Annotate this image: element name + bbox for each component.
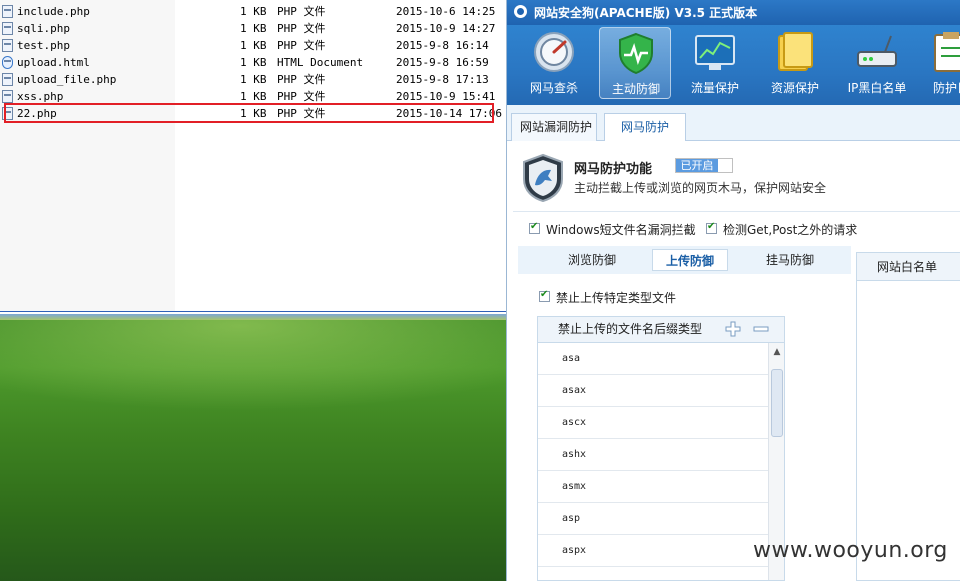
desktop-wallpaper xyxy=(0,314,506,581)
clipboard-icon xyxy=(934,32,960,72)
file-row[interactable]: upload_file.php 1 KB PHP 文件 2015-9-8 17:… xyxy=(0,71,506,88)
dog-shield-icon xyxy=(523,153,563,203)
toolbar-label: 防护日 xyxy=(933,81,960,95)
file-type: PHP 文件 xyxy=(277,73,326,86)
divider xyxy=(513,211,960,212)
file-modified: 2015-9-8 16:59 xyxy=(396,56,489,69)
upload-filter-label: 禁止上传特定类型文件 xyxy=(556,291,677,305)
tab-bar: 网站漏洞防护 网马防护 xyxy=(507,105,960,142)
php-file-icon xyxy=(2,73,13,86)
scan-icon xyxy=(534,32,574,72)
file-type: PHP 文件 xyxy=(277,39,326,52)
file-name: sqli.php xyxy=(17,22,70,35)
scroll-up-icon[interactable]: ▲ xyxy=(769,343,784,361)
file-name: test.php xyxy=(17,39,70,52)
website-whitelist-panel: 网站白名单 xyxy=(856,252,960,581)
toolbar-button-defense[interactable]: 主动防御 xyxy=(599,27,671,99)
toolbar-label: IP黑白名单 xyxy=(847,81,907,95)
file-size: 1 KB xyxy=(240,5,267,18)
extension-item[interactable]: ashx xyxy=(538,439,768,471)
extension-item[interactable]: asa xyxy=(538,343,768,375)
extension-item[interactable]: asmx xyxy=(538,471,768,503)
toolbar-button-resource[interactable]: 资源保护 xyxy=(759,27,831,99)
toolbar-label: 网马查杀 xyxy=(529,81,578,95)
upload-filter-checkbox[interactable] xyxy=(539,289,550,302)
router-icon xyxy=(857,35,897,67)
file-size: 1 KB xyxy=(240,73,267,86)
subtab-upload-defense[interactable]: 上传防御 xyxy=(652,249,728,271)
toolbar-button-traffic[interactable]: 流量保护 xyxy=(679,27,751,99)
window-title: 网站安全狗(APACHE版) V3.5 正式版本 xyxy=(534,6,758,20)
whitelist-header: 网站白名单 xyxy=(857,253,960,281)
feature-description: 主动拦截上传或浏览的网页木马，保护网站安全 xyxy=(574,181,827,195)
main-toolbar: 网马查杀 主动防御 流量保护 资源保护 IP黑白名单 防护 xyxy=(507,25,960,105)
app-logo-icon xyxy=(514,5,527,18)
wallpaper-sky xyxy=(0,314,506,320)
extensions-list-header: 禁止上传的文件名后缀类型 xyxy=(538,317,784,343)
add-icon[interactable] xyxy=(725,321,741,337)
blocked-extensions-list: 禁止上传的文件名后缀类型 asa asax ascx ashx asmx asp… xyxy=(537,316,785,581)
shield-icon xyxy=(619,32,653,75)
file-type: HTML Document xyxy=(277,56,364,69)
feature-title: 网马防护功能 xyxy=(574,162,653,177)
folder-icon xyxy=(778,32,813,71)
safedog-window: 网站安全狗(APACHE版) V3.5 正式版本 网马查杀 主动防御 流量保护 … xyxy=(506,0,960,581)
option-checkbox-other-requests[interactable] xyxy=(706,221,717,234)
html-file-icon xyxy=(2,56,13,69)
feature-toggle[interactable]: 已开启 xyxy=(675,158,733,173)
file-explorer: include.php 1 KB PHP 文件 2015-10-6 14:25 … xyxy=(0,0,506,312)
toolbar-label: 主动防御 xyxy=(611,82,660,96)
option-label: Windows短文件名漏洞拦截 xyxy=(546,223,696,237)
file-type: PHP 文件 xyxy=(277,5,326,18)
remove-icon[interactable] xyxy=(753,321,769,337)
window-border xyxy=(0,311,506,312)
file-size: 1 KB xyxy=(240,56,267,69)
file-name: include.php xyxy=(17,5,90,18)
toolbar-button-scan[interactable]: 网马查杀 xyxy=(518,27,590,99)
php-file-icon xyxy=(2,39,13,52)
traffic-monitor-icon xyxy=(695,35,735,70)
extension-item[interactable]: ascx xyxy=(538,407,768,439)
subtab-browse-defense[interactable]: 浏览防御 xyxy=(552,249,632,271)
scroll-thumb[interactable] xyxy=(771,369,783,437)
highlight-annotation-box xyxy=(4,103,494,123)
tab-content: 网马防护功能 已开启 主动拦截上传或浏览的网页木马，保护网站安全 Windows… xyxy=(507,141,960,581)
file-modified: 2015-9-8 16:14 xyxy=(396,39,489,52)
feature-status-label: 已开启 xyxy=(676,159,718,172)
file-size: 1 KB xyxy=(240,22,267,35)
file-modified: 2015-10-9 14:27 xyxy=(396,22,496,35)
file-modified: 2015-10-6 14:25 xyxy=(396,5,496,18)
php-file-icon xyxy=(2,22,13,35)
file-row[interactable]: upload.html 1 KB HTML Document 2015-9-8 … xyxy=(0,54,506,71)
extension-item[interactable]: asp xyxy=(538,503,768,535)
extension-item[interactable]: aspx xyxy=(538,535,768,567)
php-file-icon xyxy=(2,5,13,18)
file-row[interactable]: sqli.php 1 KB PHP 文件 2015-10-9 14:27 xyxy=(0,20,506,37)
title-bar[interactable]: 网站安全狗(APACHE版) V3.5 正式版本 xyxy=(507,0,960,25)
file-row[interactable]: test.php 1 KB PHP 文件 2015-9-8 16:14 xyxy=(0,37,506,54)
file-type: PHP 文件 xyxy=(277,22,326,35)
toolbar-button-ip-list[interactable]: IP黑白名单 xyxy=(839,27,915,99)
watermark: www.wooyun.org xyxy=(753,538,948,563)
php-file-icon xyxy=(2,90,13,103)
tab-webshell-protect[interactable]: 网马防护 xyxy=(604,113,686,142)
toolbar-button-log[interactable]: 防护日 xyxy=(921,27,960,99)
option-label: 检测Get,Post之外的请求 xyxy=(723,223,858,237)
subtab-trojan-defense[interactable]: 挂马防御 xyxy=(750,249,830,271)
file-size: 1 KB xyxy=(240,39,267,52)
file-row[interactable]: include.php 1 KB PHP 文件 2015-10-6 14:25 xyxy=(0,3,506,20)
toolbar-label: 流量保护 xyxy=(690,81,739,95)
option-checkbox-short-filename[interactable] xyxy=(529,221,540,234)
toolbar-label: 资源保护 xyxy=(770,81,819,95)
defense-subtabs: 浏览防御 上传防御 挂马防御 xyxy=(518,246,851,274)
extension-item[interactable]: asax xyxy=(538,375,768,407)
file-modified: 2015-9-8 17:13 xyxy=(396,73,489,86)
file-name: upload_file.php xyxy=(17,73,117,86)
file-name: upload.html xyxy=(17,56,90,69)
tab-website-vuln[interactable]: 网站漏洞防护 xyxy=(511,113,597,141)
